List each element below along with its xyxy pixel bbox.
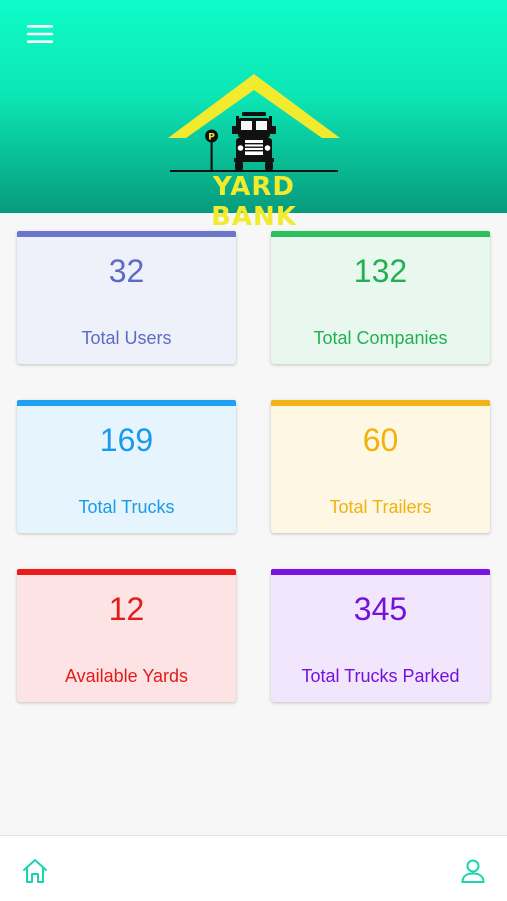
user-icon <box>461 859 485 883</box>
stat-value: 345 <box>353 591 408 627</box>
stat-value: 32 <box>108 253 145 289</box>
hamburger-menu-icon <box>27 25 53 43</box>
card-accent-bar <box>17 231 236 237</box>
profile-button[interactable] <box>458 856 488 886</box>
card-accent-bar <box>271 400 490 406</box>
card-accent-bar <box>17 569 236 575</box>
brand-name: YARD BANK <box>211 172 297 232</box>
stat-value: 60 <box>362 422 399 458</box>
stat-value: 169 <box>99 422 154 458</box>
app-header: P YARD BANK <box>0 0 507 232</box>
stat-label: Total Companies <box>313 328 448 348</box>
card-accent-bar <box>17 400 236 406</box>
stat-card-available-yards[interactable]: 12 Available Yards <box>17 569 236 702</box>
stat-card-total-trailers[interactable]: 60 Total Trailers <box>271 400 490 533</box>
yard-bank-logo: P YARD BANK <box>166 72 342 232</box>
card-accent-bar <box>271 569 490 575</box>
stat-label: Total Trucks Parked <box>301 666 460 686</box>
svg-text:P: P <box>208 133 215 143</box>
stat-card-total-trucks-parked[interactable]: 345 Total Trucks Parked <box>271 569 490 702</box>
stat-card-total-users[interactable]: 32 Total Users <box>17 231 236 364</box>
stat-label: Total Users <box>81 328 172 348</box>
truck-parking-logo-icon: P <box>168 74 340 172</box>
stat-card-total-trucks[interactable]: 169 Total Trucks <box>17 400 236 533</box>
stat-value: 132 <box>353 253 408 289</box>
home-button[interactable] <box>20 856 50 886</box>
card-accent-bar <box>271 231 490 237</box>
home-icon <box>23 859 47 883</box>
bottom-navigation <box>0 835 507 901</box>
stat-value: 12 <box>108 591 145 627</box>
stat-label: Total Trailers <box>329 497 432 517</box>
stat-label: Available Yards <box>64 666 189 686</box>
menu-button[interactable] <box>22 20 58 48</box>
stat-label: Total Trucks <box>78 497 175 517</box>
stat-card-total-companies[interactable]: 132 Total Companies <box>271 231 490 364</box>
